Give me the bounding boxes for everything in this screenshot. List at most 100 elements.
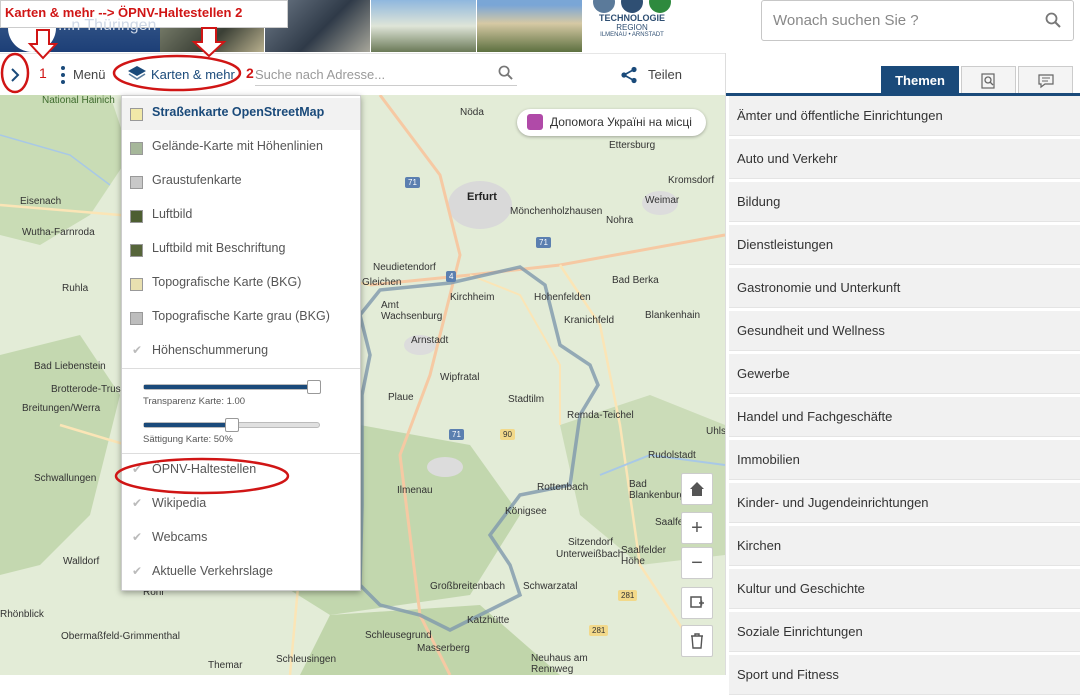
map-town-label: Bad Liebenstein bbox=[34, 361, 106, 372]
menu-dots-icon[interactable] bbox=[60, 65, 66, 85]
slider-handle[interactable] bbox=[307, 380, 321, 394]
map-toolbar: 1 Menü Karten & mehr 2 Suche nach Adress… bbox=[0, 53, 745, 95]
map-canvas[interactable]: National Hainich Erfurt Nöda Ettersburg … bbox=[0, 95, 725, 675]
map-town-label: Ilmenau bbox=[397, 485, 433, 496]
site-header: TECHNOLOGIE REGION ILMENAU • ARNSTADT Ka… bbox=[0, 0, 1080, 52]
theme-item[interactable]: Gastronomie und Unterkunft bbox=[729, 268, 1080, 308]
tab-comments[interactable] bbox=[1018, 66, 1073, 94]
region-logo-line1: TECHNOLOGIE bbox=[598, 13, 665, 23]
map-thumbnail-icon bbox=[130, 312, 143, 325]
map-thumbnail-icon bbox=[130, 244, 143, 257]
theme-item[interactable]: Sport und Fitness bbox=[729, 655, 1080, 695]
trash-icon bbox=[691, 633, 703, 649]
map-town-label: Masserberg bbox=[417, 643, 470, 654]
theme-item[interactable]: Gesundheit und Wellness bbox=[729, 311, 1080, 351]
chevron-right-icon[interactable] bbox=[9, 67, 21, 83]
slider-fill bbox=[144, 423, 232, 427]
annotation-marker-2: 2 bbox=[246, 65, 254, 81]
overlay-option[interactable]: ✔ Aktuelle Verkehrslage bbox=[122, 557, 360, 589]
map-town-label: Schwarzatal bbox=[523, 581, 578, 592]
map-town-label: Kirchheim bbox=[450, 292, 495, 303]
header-photo bbox=[477, 0, 582, 52]
basemap-option[interactable]: Topografische Karte (BKG) bbox=[122, 268, 360, 300]
hillshade-toggle[interactable]: ✔ Höhenschummerung bbox=[122, 336, 360, 368]
map-town-label: Themar bbox=[208, 660, 243, 671]
theme-item[interactable]: Soziale Einrichtungen bbox=[729, 612, 1080, 652]
map-town-label: Weimar bbox=[645, 195, 680, 206]
basemap-option[interactable]: Luftbild bbox=[122, 200, 360, 232]
site-logo-text: ...n Thüringen bbox=[58, 17, 157, 34]
theme-item[interactable]: Bildung bbox=[729, 182, 1080, 222]
theme-item[interactable]: Ämter und öffentliche Einrichtungen bbox=[729, 96, 1080, 136]
delete-button[interactable] bbox=[681, 625, 713, 657]
basemap-option-label: Gelände-Karte mit Höhenlinien bbox=[152, 139, 323, 153]
map-town-label: Unterweißbach bbox=[556, 549, 624, 560]
search-icon[interactable] bbox=[498, 65, 513, 80]
theme-item[interactable]: Dienstleistungen bbox=[729, 225, 1080, 265]
theme-item[interactable]: Handel und Fachgeschäfte bbox=[729, 397, 1080, 437]
basemap-option-label: Topografische Karte (BKG) bbox=[152, 275, 302, 289]
region-logo-icon bbox=[593, 0, 671, 13]
maps-and-more-button[interactable]: Karten & mehr bbox=[151, 67, 235, 82]
basemap-option[interactable]: Straßenkarte OpenStreetMap bbox=[122, 98, 360, 130]
map-town-label: Uhls bbox=[706, 426, 725, 437]
overlay-option[interactable]: ✔ ÖPNV-Haltestellen bbox=[122, 455, 360, 487]
overlay-option[interactable]: ✔ Wikipedia bbox=[122, 489, 360, 521]
theme-item[interactable]: Gewerbe bbox=[729, 354, 1080, 394]
site-search-input[interactable]: Wonach suchen Sie ? bbox=[761, 0, 1074, 41]
region-logo-line3: ILMENAU • ARNSTADT bbox=[600, 32, 664, 38]
map-town-label: Breitungen/Werra bbox=[22, 403, 101, 414]
saturation-label: Sättigung Karte: 50% bbox=[143, 434, 233, 445]
theme-item[interactable]: Kirchen bbox=[729, 526, 1080, 566]
map-town-label: Sitzendorf bbox=[568, 537, 614, 548]
theme-item[interactable]: Immobilien bbox=[729, 440, 1080, 480]
tab-themen[interactable]: Themen bbox=[881, 66, 959, 94]
theme-item[interactable]: Kultur und Geschichte bbox=[729, 569, 1080, 609]
share-button[interactable]: Teilen bbox=[648, 67, 682, 82]
basemap-option-label: Luftbild bbox=[152, 207, 193, 221]
add-to-map-icon bbox=[690, 596, 704, 608]
home-button[interactable] bbox=[681, 473, 713, 505]
basemap-option[interactable]: Gelände-Karte mit Höhenlinien bbox=[122, 132, 360, 164]
basemap-option-label: Luftbild mit Beschriftung bbox=[152, 241, 286, 255]
address-search-input[interactable]: Suche nach Adresse... bbox=[255, 62, 517, 86]
add-marker-button[interactable] bbox=[681, 587, 713, 619]
map-town-label: Wutha-Farnroda bbox=[22, 227, 95, 238]
basemap-option-label: Straßenkarte OpenStreetMap bbox=[152, 105, 325, 119]
theme-item[interactable]: Auto und Verkehr bbox=[729, 139, 1080, 179]
overlay-option-label: Aktuelle Verkehrslage bbox=[152, 564, 273, 578]
theme-item[interactable]: Kinder- und Jugendeinrichtungen bbox=[729, 483, 1080, 523]
check-icon: ✔ bbox=[132, 564, 143, 578]
basemap-option[interactable]: Topografische Karte grau (BKG) bbox=[122, 302, 360, 334]
map-town-label: Katzhütte bbox=[467, 615, 510, 626]
site-search-placeholder: Wonach suchen Sie ? bbox=[773, 12, 919, 29]
ukraine-help-button[interactable]: Допомога Україні на місці bbox=[517, 109, 706, 136]
map-town-label: Ettersburg bbox=[609, 140, 656, 151]
layers-icon[interactable] bbox=[127, 65, 147, 83]
slider-handle[interactable] bbox=[224, 418, 239, 432]
basemap-option[interactable]: Luftbild mit Beschriftung bbox=[122, 234, 360, 266]
tab-search[interactable] bbox=[961, 66, 1016, 94]
transparency-slider[interactable] bbox=[143, 380, 321, 394]
zoom-out-button[interactable]: − bbox=[681, 547, 713, 579]
ukraine-help-label: Допомога Україні на місці bbox=[550, 115, 692, 129]
zoom-in-button[interactable]: + bbox=[681, 512, 713, 544]
annotation-marker-1: 1 bbox=[39, 65, 47, 81]
road-shield: 281 bbox=[618, 590, 638, 601]
overlay-option[interactable]: ✔ Webcams bbox=[122, 523, 360, 555]
map-town-label: Arnstadt bbox=[411, 335, 449, 346]
check-icon: ✔ bbox=[132, 530, 143, 544]
search-icon[interactable] bbox=[1045, 12, 1061, 28]
check-icon: ✔ bbox=[132, 462, 143, 476]
share-icon[interactable] bbox=[620, 66, 638, 84]
map-town-label: National Hainich bbox=[42, 95, 115, 106]
map-town-label: Gleichen bbox=[362, 277, 402, 288]
basemap-option[interactable]: Graustufenkarte bbox=[122, 166, 360, 198]
minus-icon: − bbox=[691, 552, 703, 574]
saturation-slider[interactable] bbox=[143, 418, 320, 432]
people-icon bbox=[527, 114, 543, 130]
divider bbox=[122, 453, 360, 454]
menu-button[interactable]: Menü bbox=[73, 67, 106, 82]
transparency-label: Transparenz Karte: 1.00 bbox=[143, 396, 246, 407]
map-town-label: Großbreitenbach bbox=[430, 581, 506, 592]
